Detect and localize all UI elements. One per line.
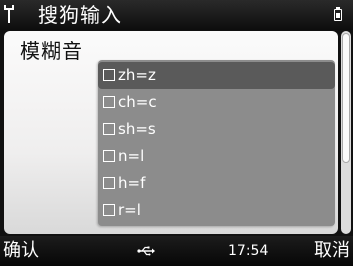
scrollbar[interactable] bbox=[341, 31, 351, 234]
checkbox[interactable] bbox=[103, 96, 115, 108]
checkbox[interactable] bbox=[103, 69, 115, 81]
status-bar: 搜狗输入 bbox=[0, 0, 353, 30]
option-label: zh=z bbox=[118, 66, 156, 84]
option-r-l[interactable]: r=l bbox=[98, 197, 335, 224]
checkbox[interactable] bbox=[103, 123, 115, 135]
app-title: 搜狗输入 bbox=[38, 3, 122, 27]
cancel-softkey[interactable]: 取消 bbox=[314, 236, 350, 266]
checkbox[interactable] bbox=[103, 150, 115, 162]
clock: 17:54 bbox=[228, 243, 269, 259]
checkbox[interactable] bbox=[103, 204, 115, 216]
usb-icon bbox=[137, 246, 155, 256]
option-label: r=l bbox=[118, 201, 141, 219]
checkbox[interactable] bbox=[103, 177, 115, 189]
option-sh-s[interactable]: sh=s bbox=[98, 116, 335, 143]
option-zh-z[interactable]: zh=z bbox=[98, 62, 335, 89]
confirm-softkey[interactable]: 确认 bbox=[3, 236, 39, 266]
option-label: h=f bbox=[118, 174, 146, 192]
option-label: sh=s bbox=[118, 120, 156, 138]
battery-icon bbox=[334, 7, 342, 21]
option-label: ch=c bbox=[118, 93, 157, 111]
option-label: n=l bbox=[118, 147, 145, 165]
antenna-icon bbox=[4, 5, 14, 23]
option-ch-c[interactable]: ch=c bbox=[98, 89, 335, 116]
option-h-f[interactable]: h=f bbox=[98, 170, 335, 197]
softkey-bar: 确认 17:54 取消 bbox=[0, 236, 353, 266]
setting-title: 模糊音 bbox=[20, 39, 83, 63]
option-n-l[interactable]: n=l bbox=[98, 143, 335, 170]
scrollbar-thumb[interactable] bbox=[342, 33, 350, 163]
fuzzy-pinyin-option-list: zh=z ch=c sh=s n=l h=f r=l bbox=[98, 60, 335, 226]
